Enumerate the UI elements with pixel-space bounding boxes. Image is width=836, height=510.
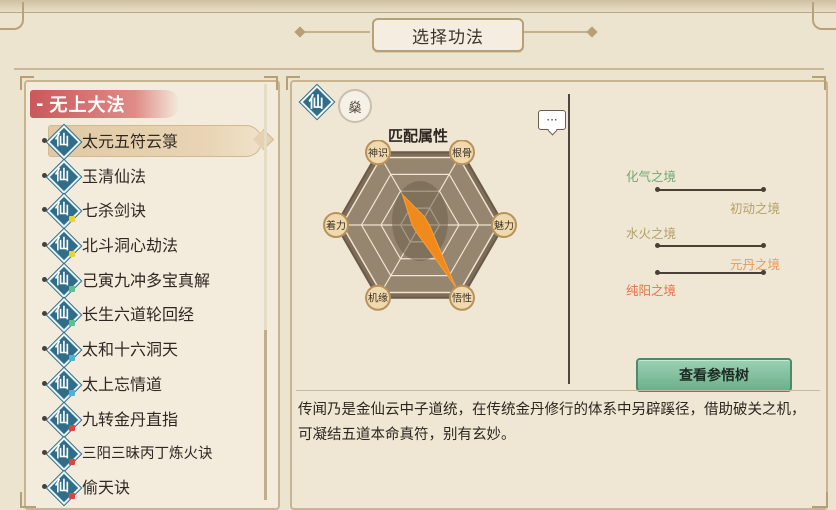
frame-corner-ornament [812,2,836,30]
stage-label: 初动之境 [730,201,781,216]
skill-name: 三阳三昧丙丁炼火诀 [82,445,213,462]
skill-name: 七杀剑诀 [82,201,147,220]
title-ornament [300,31,370,33]
title-ornament [586,26,598,38]
attribute-label: 悟性 [452,292,472,305]
panel-corner-ornament [812,76,826,90]
skill-item[interactable]: 仙太元五符云箓 [42,124,275,159]
rarity-dot [69,216,75,222]
panel-corner-ornament [20,492,36,508]
stage-label: 水火之境 [626,226,677,241]
attribute-label: 根骨 [452,146,472,159]
skill-type-icon: 仙 [47,160,81,194]
rarity-dot [69,493,75,499]
collapse-indicator: - [36,93,44,115]
skill-type-icon: 仙 [47,125,81,159]
stage-label: 纯阳之境 [626,283,677,298]
skill-type-icon: 仙 [47,264,81,298]
stage-label: 化气之境 [626,169,677,184]
header-divider [14,68,824,70]
skill-name: 太元五符云箓 [82,132,179,151]
element-badge[interactable]: 燊 [338,89,372,123]
rarity-dot [69,251,75,257]
rarity-dot [69,390,75,396]
rarity-dot [69,286,75,292]
attribute-radar-chart: 神识 根骨魅力悟性 机缘 着力 [323,140,517,311]
rarity-dot [69,320,75,326]
tree-node [761,243,766,248]
skill-item[interactable]: 仙七杀剑诀 [42,193,262,228]
chat-bubble-icon[interactable]: ··· [538,110,566,130]
attribute-label: 神识 [368,146,388,159]
skill-name: 偷天诀 [82,478,131,497]
rarity-dot [69,355,75,361]
category-header[interactable]: - 无上大法 [30,90,180,118]
tree-connector [658,189,764,191]
tree-node [761,187,766,192]
frame-corner-ornament [0,2,24,30]
skill-name: 九转金丹直指 [82,410,179,429]
panel-divider [568,94,570,384]
skill-name: 己寅九冲多宝真解 [82,271,211,290]
skill-type-icon: 仙 [47,333,81,367]
skill-name: 太上忘情道 [82,375,163,394]
view-insight-tree-button[interactable]: 查看参悟树 [636,358,792,392]
skill-item[interactable]: 仙偷天诀 [42,470,262,505]
category-title: 无上大法 [49,95,126,116]
skill-item[interactable]: 仙长生六道轮回经 [42,297,262,332]
skill-item[interactable]: 仙北斗洞心劫法 [42,228,262,263]
skill-item[interactable]: 仙己寅九冲多宝真解 [42,263,262,298]
window-title-banner: 选择功法 [372,18,524,52]
skill-type-icon: 仙 [47,368,81,402]
attribute-label: 机缘 [368,292,388,305]
tree-connector [658,272,764,274]
skill-item[interactable]: 仙太上忘情道 [42,367,262,402]
skill-type-icon: 仙 [47,298,81,332]
skill-type-icon: 仙 [47,471,81,505]
skill-name: 玉清仙法 [82,167,147,186]
skill-item[interactable]: 仙三阳三昧丙丁炼火诀 [42,436,262,471]
tree-connector [658,245,764,247]
skill-type-icon: 仙 [47,403,81,437]
skill-description: 传闻乃是金仙云中子道统，在传统金丹修行的体系中另辟蹊径，借助破关之机，可凝结五道… [298,402,806,443]
stage-label: 元丹之境 [730,257,781,272]
element-badge-label: 燊 [348,100,362,116]
skill-type-icon: 仙 [47,229,81,263]
skill-type-icon: 仙 [47,437,81,471]
skill-list-panel[interactable]: - 无上大法 仙太元五符云箓仙玉清仙法仙七杀剑诀仙北斗洞心劫法仙己寅九冲多宝真解… [24,80,280,510]
attribute-label: 魅力 [494,219,514,232]
description-divider [296,390,820,391]
skill-name: 长生六道轮回经 [82,305,195,324]
top-frame-bar [0,0,836,13]
title-ornament [294,26,306,38]
skill-type-icon: 仙 [47,194,81,228]
panel-corner-ornament [812,492,828,508]
skill-item[interactable]: 仙玉清仙法 [42,159,262,194]
skill-name: 北斗洞心劫法 [82,236,179,255]
skill-item[interactable]: 仙太和十六洞天 [42,332,262,367]
attribute-label: 着力 [326,219,346,232]
rarity-dot [69,425,75,431]
skill-name: 太和十六洞天 [82,340,179,359]
panel-corner-ornament [20,76,34,90]
window-title: 选择功法 [412,27,484,48]
panel-corner-ornament [286,76,300,90]
skill-item[interactable]: 仙九转金丹直指 [42,402,262,437]
tree-node [761,270,766,275]
title-ornament [522,31,592,33]
skill-list-scrollbar-thumb[interactable] [264,330,267,500]
skill-type-badge: 仙 [300,85,334,119]
rarity-dot [69,459,75,465]
